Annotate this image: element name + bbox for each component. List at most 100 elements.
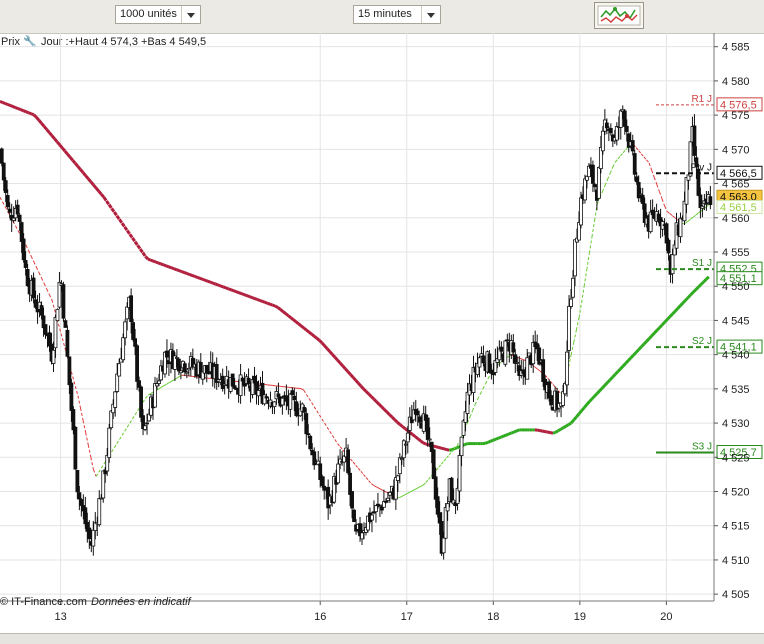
indicators-button[interactable]: [594, 2, 644, 29]
candle-body: [374, 506, 377, 512]
candle-body: [12, 218, 15, 220]
bottom-scrollbar[interactable]: [0, 633, 764, 644]
moving-average-slow-segment: [288, 316, 291, 318]
candle-body: [591, 165, 594, 183]
moving-average-fast-segment: [696, 213, 699, 215]
moving-average-slow-segment: [75, 163, 78, 166]
candle-body: [108, 428, 111, 457]
moving-average-fast-segment: [641, 154, 644, 157]
moving-average-slow-segment: [260, 300, 263, 301]
candle-body: [22, 239, 25, 260]
candle-body: [138, 381, 141, 388]
moving-average-slow-segment: [138, 245, 141, 249]
moving-average-slow-segment: [42, 123, 45, 126]
moving-average-slow-segment: [140, 249, 143, 253]
candle-body: [436, 497, 439, 515]
moving-average-slow-segment: [652, 333, 655, 336]
y-tick-label: 4 515: [722, 521, 750, 533]
candle-body: [281, 398, 284, 405]
moving-average-fast-segment: [86, 433, 89, 445]
moving-average-slow-segment: [400, 424, 403, 426]
moving-average-slow-segment: [145, 256, 148, 259]
moving-average-slow-segment: [441, 448, 444, 449]
period-select[interactable]: 15 minutes: [353, 5, 441, 24]
moving-average-fast-segment: [361, 471, 364, 474]
moving-average-fast-segment: [151, 392, 154, 394]
moving-average-fast-segment: [88, 445, 91, 457]
moving-average-fast-segment: [449, 452, 452, 455]
candle-body: [428, 439, 431, 440]
moving-average-slow-segment: [275, 306, 278, 307]
moving-average-fast-segment: [34, 262, 37, 267]
moving-average-slow-segment: [23, 111, 26, 112]
candle-body: [44, 325, 47, 335]
moving-average-fast-segment: [639, 151, 642, 154]
moving-average-fast-segment: [418, 486, 421, 487]
candle-body: [446, 504, 449, 511]
moving-average-slow-segment: [228, 289, 231, 290]
moving-average-slow-segment: [566, 425, 569, 427]
moving-average-slow-segment: [322, 343, 325, 346]
moving-average-slow-segment: [34, 115, 37, 117]
candle-body: [526, 358, 529, 379]
candle-body: [155, 384, 158, 386]
moving-average-slow-segment: [244, 295, 247, 296]
moving-average-slow-segment: [80, 170, 83, 173]
moving-average-fast-segment: [130, 419, 133, 423]
moving-average-fast-segment: [83, 420, 86, 432]
moving-average-slow-segment: [106, 201, 109, 205]
moving-average-fast-segment: [685, 221, 688, 223]
candle-body: [671, 255, 674, 274]
candle-body: [231, 374, 234, 386]
units-select[interactable]: 1000 unités: [115, 5, 201, 24]
candle-body: [18, 215, 21, 221]
moving-average-slow-segment: [280, 309, 283, 311]
moving-average-slow-segment: [667, 317, 670, 320]
moving-average-slow-segment: [605, 382, 608, 385]
moving-average-slow-segment: [363, 389, 366, 392]
moving-average-slow-segment: [618, 369, 621, 372]
moving-average-slow-segment: [659, 325, 662, 328]
moving-average-slow-segment: [382, 407, 385, 410]
candle-body: [68, 357, 71, 385]
chevron-down-icon[interactable]: [181, 6, 200, 23]
moving-average-slow-segment: [291, 318, 294, 320]
moving-average-fast-segment: [338, 444, 341, 447]
moving-average-slow-segment: [101, 194, 104, 197]
moving-average-slow-segment: [148, 259, 151, 260]
candle-body: [416, 411, 419, 415]
moving-average-slow-segment: [257, 299, 260, 300]
moving-average-slow-segment: [47, 129, 50, 132]
candle-body: [64, 321, 67, 328]
price-chart: R1 J4 576,5Piv J4 566,54 563,04 561,5S1 …: [0, 33, 764, 633]
chevron-down-icon[interactable]: [421, 6, 440, 23]
moving-average-slow-segment: [582, 408, 585, 411]
candle-body: [466, 392, 469, 413]
moving-average-slow-segment: [164, 265, 167, 266]
moving-average-slow-segment: [52, 136, 55, 139]
y-tick-label: 4 560: [722, 213, 750, 225]
moving-average-fast-segment: [587, 253, 590, 269]
moving-average-slow-segment: [410, 433, 413, 435]
moving-average-slow-segment: [226, 288, 229, 289]
moving-average-fast-segment: [356, 465, 359, 468]
candle-body: [289, 394, 292, 409]
moving-average-slow-segment: [340, 363, 343, 366]
candle-body: [92, 530, 95, 546]
moving-average-fast-segment: [667, 212, 670, 214]
moving-average-fast-segment: [646, 160, 649, 163]
moving-average-slow-segment: [704, 279, 707, 282]
moving-average-slow-segment: [338, 360, 341, 363]
moving-average-fast-segment: [312, 403, 315, 407]
pivot-level-label: S3 J: [692, 441, 712, 452]
candle-body: [84, 508, 87, 524]
y-tick-label: 4 505: [722, 589, 750, 601]
moving-average-fast-segment: [688, 219, 691, 221]
candle-body: [187, 368, 190, 369]
moving-average-fast-segment: [80, 408, 83, 420]
moving-average-slow-segment: [0, 101, 3, 102]
moving-average-fast-segment: [592, 221, 595, 237]
candle-body: [165, 351, 168, 357]
moving-average-slow-segment: [569, 423, 572, 425]
candle-body: [478, 358, 481, 367]
